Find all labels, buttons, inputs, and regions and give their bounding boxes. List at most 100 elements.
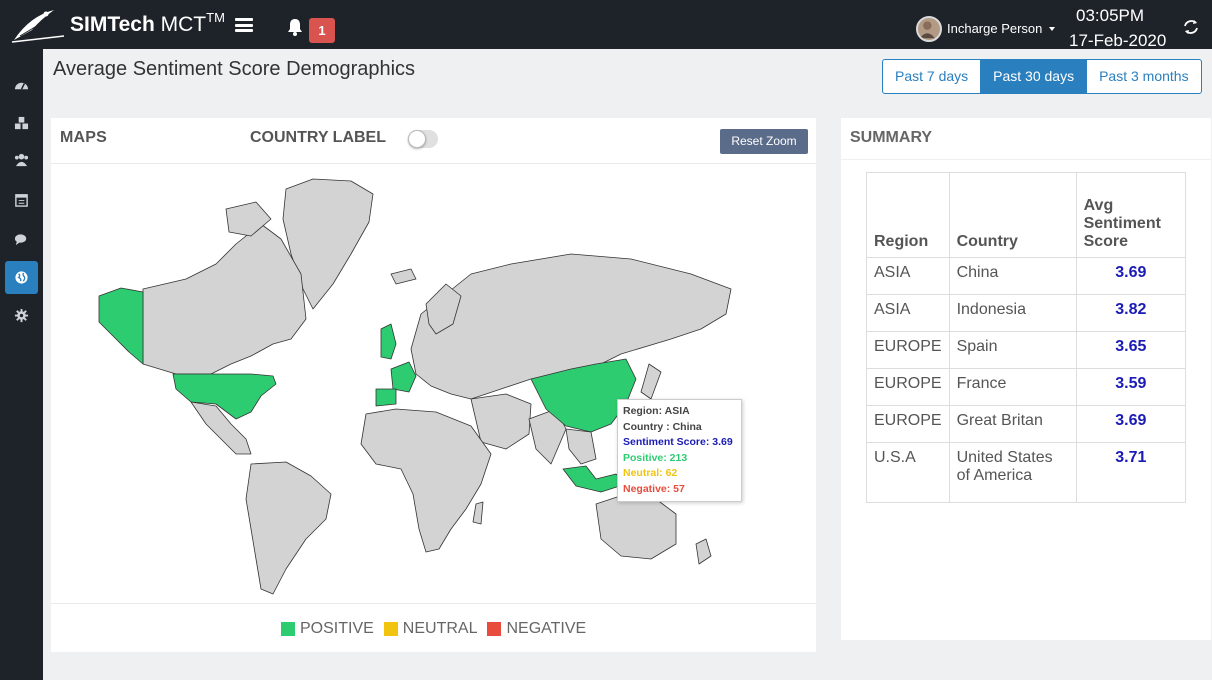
cell-country: France bbox=[948, 368, 1077, 406]
clock-date: 17-Feb-2020 bbox=[1069, 31, 1167, 50]
tooltip-region: Region: ASIA bbox=[623, 405, 690, 417]
map-region-south-america bbox=[245, 461, 332, 595]
maps-panel: MAPS COUNTRY LABEL Reset Zoom bbox=[51, 118, 816, 652]
table-row: ASIA Indonesia 3.82 bbox=[866, 294, 1187, 332]
map-region-canada bbox=[142, 223, 307, 375]
legend-divider bbox=[51, 603, 816, 604]
top-bar: SIMTech MCTTM 1 Incharge Person 03:05PM … bbox=[0, 0, 1212, 50]
sidebar-item-comments[interactable] bbox=[5, 223, 38, 256]
map-region-africa bbox=[360, 408, 492, 553]
world-map[interactable] bbox=[51, 164, 816, 604]
column-header-region: Region bbox=[866, 172, 950, 258]
cell-region: ASIA bbox=[866, 294, 950, 332]
map-region-southeast-asia bbox=[565, 428, 597, 465]
cell-region: EUROPE bbox=[866, 331, 950, 369]
cell-country: Spain bbox=[948, 331, 1077, 369]
comments-icon bbox=[14, 234, 27, 246]
notification-badge[interactable]: 1 bbox=[309, 18, 335, 43]
refresh-icon[interactable] bbox=[1182, 18, 1200, 36]
cell-score: 3.69 bbox=[1075, 405, 1187, 443]
tooltip-negative: Negative: 57 bbox=[623, 482, 685, 495]
summary-panel: SUMMARY Region Country Avg Sentiment Sco… bbox=[841, 118, 1211, 640]
country-label-toggle[interactable] bbox=[408, 130, 438, 148]
map-region-great-britain bbox=[380, 323, 397, 360]
cell-country: Indonesia bbox=[948, 294, 1077, 332]
cell-score: 3.59 bbox=[1075, 368, 1187, 406]
cell-country: Great Britan bbox=[948, 405, 1077, 443]
cell-region: EUROPE bbox=[866, 405, 950, 443]
legend-label-negative: NEGATIVE bbox=[506, 620, 587, 637]
table-header-row: Region Country Avg Sentiment Score bbox=[866, 172, 1187, 258]
legend-item-negative[interactable]: NEGATIVE bbox=[487, 620, 586, 638]
calendar-icon bbox=[15, 194, 28, 207]
sidebar bbox=[0, 49, 43, 680]
tooltip-neutral: Neutral: 62 bbox=[623, 467, 678, 479]
logo-icon bbox=[11, 10, 65, 43]
tooltip-score: Sentiment Score: 3.69 bbox=[623, 436, 733, 448]
globe-icon bbox=[15, 271, 28, 284]
range-button-7-days[interactable]: Past 7 days bbox=[883, 60, 982, 93]
gear-icon bbox=[14, 308, 29, 323]
users-icon bbox=[14, 153, 29, 167]
bell-icon[interactable] bbox=[285, 17, 305, 37]
sidebar-item-dashboard[interactable] bbox=[5, 69, 38, 102]
map-legend: POSITIVE NEUTRAL NEGATIVE bbox=[281, 620, 596, 638]
sidebar-item-settings[interactable] bbox=[5, 299, 38, 332]
sidebar-item-cubes[interactable] bbox=[5, 107, 38, 140]
range-button-3-months[interactable]: Past 3 months bbox=[1087, 60, 1201, 93]
date-range-selector: Past 7 days Past 30 days Past 3 months bbox=[882, 59, 1202, 94]
summary-table: Region Country Avg Sentiment Score ASIA … bbox=[866, 172, 1187, 503]
column-header-country: Country bbox=[948, 172, 1077, 258]
map-tooltip: Region: ASIA Country : China Sentiment S… bbox=[617, 399, 742, 502]
map-region-iceland bbox=[390, 268, 417, 285]
dashboard-icon bbox=[14, 82, 29, 90]
country-label-title: COUNTRY LABEL bbox=[250, 129, 386, 146]
cell-country: United States of America bbox=[948, 442, 1077, 503]
maps-title: MAPS bbox=[60, 129, 108, 146]
legend-swatch-negative bbox=[487, 622, 502, 636]
range-button-30-days[interactable]: Past 30 days bbox=[981, 60, 1088, 93]
map-region-madagascar bbox=[472, 501, 484, 525]
legend-item-neutral[interactable]: NEUTRAL bbox=[383, 620, 478, 638]
legend-swatch-neutral bbox=[383, 622, 398, 636]
cell-region: ASIA bbox=[866, 257, 950, 295]
reset-zoom-button[interactable]: Reset Zoom bbox=[720, 129, 808, 154]
avatar[interactable] bbox=[916, 16, 942, 42]
map-region-australia bbox=[595, 493, 677, 560]
legend-label-positive: POSITIVE bbox=[300, 620, 374, 637]
summary-divider bbox=[841, 159, 1211, 160]
legend-swatch-positive bbox=[281, 622, 295, 636]
table-row: EUROPE France 3.59 bbox=[866, 368, 1187, 406]
table-row: ASIA China 3.69 bbox=[866, 257, 1187, 295]
legend-label-neutral: NEUTRAL bbox=[402, 620, 478, 637]
column-header-score: Avg Sentiment Score bbox=[1075, 172, 1187, 258]
brand-title: SIMTech MCTTM bbox=[70, 10, 225, 36]
cell-score: 3.82 bbox=[1075, 294, 1187, 332]
cell-score: 3.65 bbox=[1075, 331, 1187, 369]
map-region-spain bbox=[375, 388, 397, 407]
map-region-alaska bbox=[98, 287, 144, 365]
cubes-icon bbox=[14, 116, 29, 130]
user-dropdown-caret-icon[interactable] bbox=[1049, 27, 1055, 31]
cell-score: 3.71 bbox=[1075, 442, 1187, 503]
tooltip-positive: Positive: 213 bbox=[623, 451, 688, 464]
clock-time: 03:05PM bbox=[1076, 6, 1145, 25]
sidebar-item-globe[interactable] bbox=[5, 261, 38, 294]
user-name[interactable]: Incharge Person bbox=[947, 21, 1042, 36]
table-row: EUROPE Spain 3.65 bbox=[866, 331, 1187, 369]
map-region-france bbox=[390, 361, 417, 393]
map-region-new-zealand bbox=[695, 538, 712, 565]
cell-country: China bbox=[948, 257, 1077, 295]
cell-region: EUROPE bbox=[866, 368, 950, 406]
menu-toggle-icon[interactable] bbox=[235, 18, 253, 32]
table-row: U.S.A United States of America 3.71 bbox=[866, 442, 1187, 503]
summary-title: SUMMARY bbox=[850, 129, 933, 146]
legend-item-positive[interactable]: POSITIVE bbox=[281, 620, 374, 638]
sidebar-item-users[interactable] bbox=[5, 143, 38, 176]
page-title: Average Sentiment Score Demographics bbox=[53, 58, 416, 80]
tooltip-country: Country : China bbox=[623, 420, 702, 433]
table-row: EUROPE Great Britan 3.69 bbox=[866, 405, 1187, 443]
cell-region: U.S.A bbox=[866, 442, 950, 503]
sidebar-item-calendar[interactable] bbox=[5, 183, 38, 216]
cell-score: 3.69 bbox=[1075, 257, 1187, 295]
